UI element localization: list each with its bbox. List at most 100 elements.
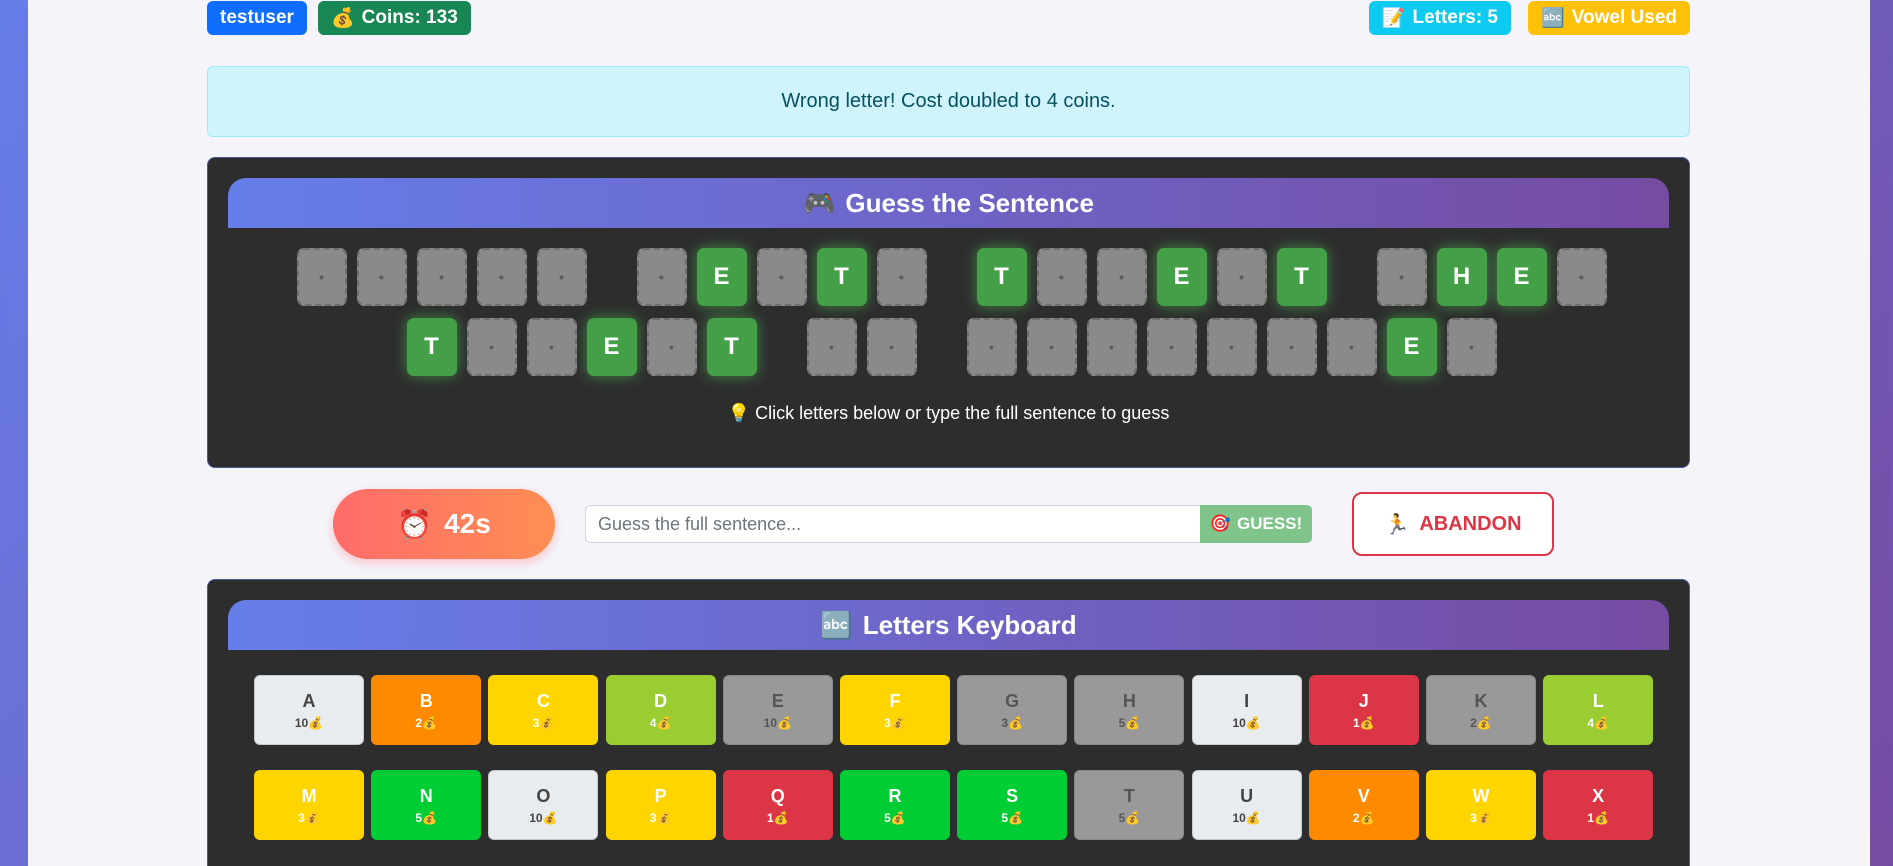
letter-key-q[interactable]: Q 1💰 — [722, 770, 833, 840]
key-letter: P — [654, 785, 667, 806]
key-cost-value: 3 — [298, 810, 305, 825]
revealed-letter-tile: T — [406, 318, 457, 376]
key-cost-value: 5 — [884, 810, 891, 825]
hidden-letter-tile: • — [526, 318, 577, 376]
key-cost: 4💰 — [650, 715, 672, 731]
key-cost-value: 2 — [1352, 810, 1360, 825]
abandon-button[interactable]: 🏃 ABANDON — [1352, 492, 1554, 556]
username-badge: testuser — [207, 1, 307, 35]
keyboard-title: Letters Keyboard — [862, 609, 1077, 640]
letter-key-o[interactable]: O 10💰 — [488, 770, 599, 840]
letter-key-w[interactable]: W 3💰 — [1426, 770, 1536, 840]
hidden-letter-tile: • — [636, 248, 687, 306]
key-cost: 2💰 — [1353, 810, 1375, 826]
key-cost: 10💰 — [529, 810, 557, 826]
hidden-letter-tile: • — [1266, 318, 1317, 376]
letter-key-s[interactable]: S 5💰 — [957, 770, 1068, 840]
key-letter: I — [1244, 690, 1250, 711]
revealed-letter-tile: T — [1276, 248, 1327, 306]
guess-button-label: GUESS! — [1236, 514, 1303, 533]
revealed-letter-tile: E — [586, 318, 637, 376]
letter-key-f[interactable]: F 3💰 — [840, 675, 950, 745]
money-bag-icon: 💰 — [1594, 715, 1609, 730]
letter-key-j[interactable]: J 1💰 — [1308, 675, 1419, 745]
revealed-letter-tile: T — [706, 318, 757, 376]
letter-key-d[interactable]: D 4💰 — [605, 675, 716, 745]
hidden-letter-tile: • — [756, 248, 807, 306]
puzzle-header: 🎮 Guess the Sentence — [228, 178, 1669, 228]
letter-key-v[interactable]: V 2💰 — [1308, 770, 1419, 840]
key-letter: V — [1357, 785, 1370, 806]
money-bag-icon: 💰 — [1125, 715, 1141, 730]
hidden-letter-tile: • — [806, 318, 857, 376]
letter-key-e[interactable]: E 10💰 — [722, 675, 833, 745]
revealed-letter-tile: H — [1436, 248, 1487, 306]
money-bag-icon: 💰 — [656, 715, 672, 730]
key-cost: 10💰 — [764, 715, 792, 731]
key-cost-value: 10 — [763, 715, 777, 730]
key-cost: 1💰 — [767, 810, 789, 826]
money-bag-icon: 💰 — [422, 810, 437, 825]
hidden-letter-tile: • — [476, 248, 527, 306]
hidden-letter-tile: • — [1446, 318, 1497, 376]
hidden-letter-tile: • — [1376, 248, 1427, 306]
money-bag-icon: 💰 — [1008, 715, 1023, 730]
key-letter: L — [1592, 690, 1604, 711]
hidden-letter-tile: • — [876, 248, 927, 306]
hidden-letter-tile: • — [646, 318, 697, 376]
letter-key-c[interactable]: C 3💰 — [488, 675, 599, 745]
letter-key-g[interactable]: G 3💰 — [957, 675, 1068, 745]
key-letter: K — [1474, 690, 1488, 711]
letter-key-l[interactable]: L 4💰 — [1543, 675, 1654, 745]
revealed-letter-tile: E — [696, 248, 747, 306]
letters-label: Letters: 5 — [1412, 7, 1498, 28]
letter-key-b[interactable]: B 2💰 — [371, 675, 482, 745]
key-letter: B — [419, 690, 433, 711]
key-cost: 2💰 — [415, 715, 437, 731]
target-icon: 🎯 — [1209, 514, 1231, 533]
money-bag-icon: 💰 — [1245, 810, 1261, 825]
keyboard-header: 🔤 Letters Keyboard — [228, 600, 1669, 650]
key-letter: A — [302, 690, 316, 711]
alert-message: Wrong letter! Cost doubled to 4 coins. — [781, 90, 1116, 112]
key-cost: 5💰 — [1119, 715, 1141, 731]
letter-key-a[interactable]: A 10💰 — [254, 675, 364, 745]
key-cost-value: 10 — [529, 810, 543, 825]
key-letter: O — [536, 785, 551, 806]
money-bag-icon: 💰 — [308, 715, 324, 730]
memo-icon: 📝 — [1381, 8, 1406, 29]
letter-key-k[interactable]: K 2💰 — [1426, 675, 1536, 745]
timer-value: 42s — [444, 508, 491, 539]
letter-key-i[interactable]: I 10💰 — [1191, 675, 1302, 745]
keyboard-panel: 🔤 Letters Keyboard A 10💰 B 2💰 C 3💰 D 4💰 E 10💰 F 3💰 G… — [207, 579, 1690, 866]
running-person-icon: 🏃 — [1384, 513, 1410, 536]
key-letter: N — [419, 785, 433, 806]
key-letter: Q — [770, 785, 785, 806]
letter-key-r[interactable]: R 5💰 — [840, 770, 950, 840]
money-bag-icon: 💰 — [1125, 810, 1141, 825]
key-letter: X — [1592, 785, 1605, 806]
letter-key-h[interactable]: H 5💰 — [1074, 675, 1185, 745]
key-letter: W — [1472, 785, 1490, 806]
letter-key-p[interactable]: P 3💰 — [605, 770, 716, 840]
letter-key-m[interactable]: M 3💰 — [254, 770, 364, 840]
key-cost: 3💰 — [1470, 810, 1492, 826]
key-cost: 3💰 — [884, 715, 906, 731]
key-letter: E — [771, 690, 784, 711]
vowel-used-label: Vowel Used — [1571, 7, 1677, 28]
key-cost-value: 1 — [1352, 715, 1360, 730]
money-bag-icon: 💰 — [1245, 715, 1261, 730]
abc-icon: 🔤 — [1541, 8, 1565, 29]
letter-key-n[interactable]: N 5💰 — [371, 770, 482, 840]
sentence-guess-input[interactable] — [585, 505, 1201, 543]
key-cost: 10💰 — [1232, 810, 1260, 826]
money-bag-icon: 💰 — [542, 810, 558, 825]
letter-key-u[interactable]: U 10💰 — [1191, 770, 1302, 840]
letter-key-x[interactable]: X 1💰 — [1543, 770, 1654, 840]
revealed-letter-tile: E — [1386, 318, 1437, 376]
money-bag-icon: 💰 — [1359, 715, 1375, 730]
hidden-letter-tile: • — [356, 248, 407, 306]
letter-key-t[interactable]: T 5💰 — [1074, 770, 1185, 840]
guess-button[interactable]: 🎯 GUESS! — [1200, 505, 1312, 543]
money-bag-icon: 💰 — [539, 715, 555, 730]
